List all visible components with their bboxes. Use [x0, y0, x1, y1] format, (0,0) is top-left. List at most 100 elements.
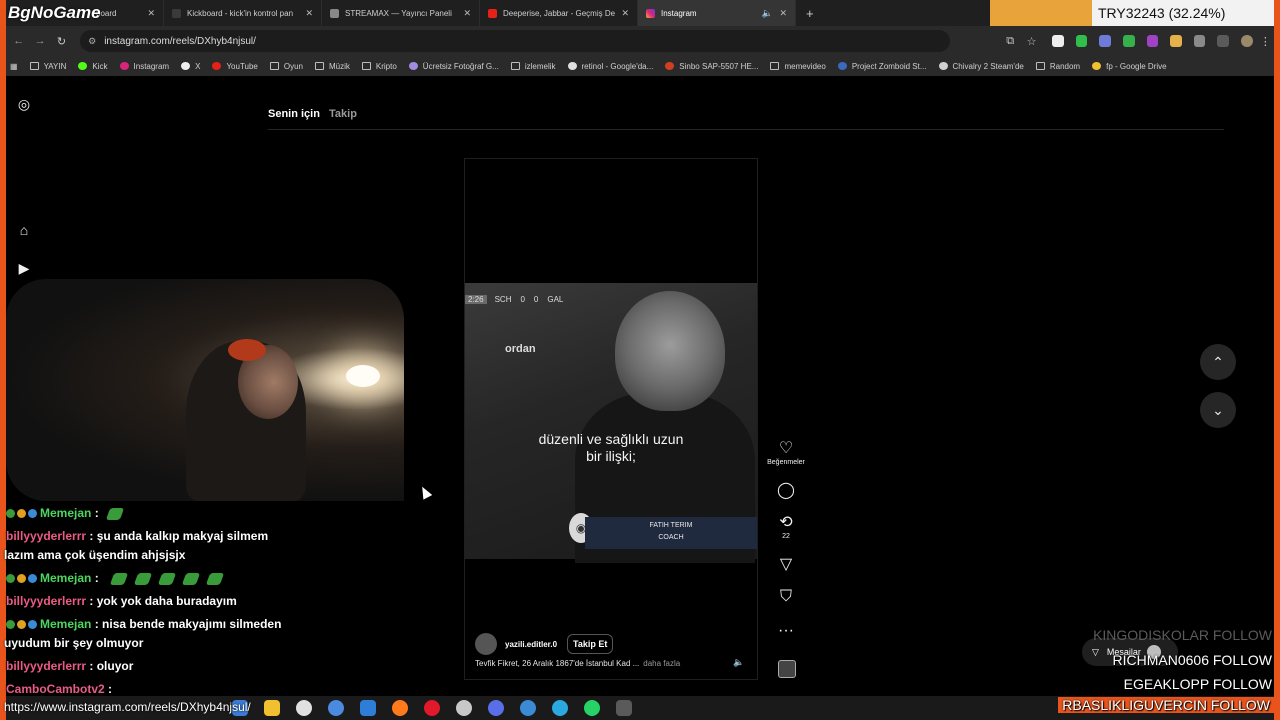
apps-grid-icon[interactable]: ▦ — [10, 62, 18, 71]
site-info-icon[interactable]: ⚙ — [88, 36, 96, 47]
extension-icon[interactable] — [1075, 35, 1088, 47]
send-icon: ▽ — [779, 556, 793, 573]
bookmark-oyun[interactable]: Oyun — [269, 62, 303, 71]
bookmark-icon: ⛉ — [779, 588, 792, 605]
menu-kebab-icon[interactable]: ⋮ — [1257, 35, 1274, 48]
chrome-icon[interactable] — [328, 700, 344, 716]
profile-avatar[interactable] — [1241, 35, 1253, 47]
bookmark-x[interactable]: X — [181, 62, 200, 71]
instagram-logo-icon[interactable]: ◎ — [16, 96, 32, 112]
bookmark-izlemelik[interactable]: izlemelik — [510, 62, 556, 71]
emote-icon — [105, 507, 125, 520]
chat-message: Memejan : — [6, 571, 225, 585]
comment-button[interactable]: ◯ — [764, 480, 808, 500]
bookmark-ucretsiz-foto[interactable]: Ücretsiz Fotoğraf G... — [408, 62, 499, 71]
mail-icon[interactable] — [360, 700, 376, 716]
whatsapp-icon[interactable] — [584, 700, 600, 716]
file-explorer-icon[interactable] — [264, 700, 280, 716]
more-options-button[interactable]: ··· — [764, 622, 808, 640]
folder-icon — [770, 62, 780, 70]
more-link[interactable]: daha fazla — [643, 659, 680, 668]
more-icon: ··· — [778, 622, 794, 639]
repost-icon: ⟲ — [779, 514, 793, 531]
previous-reel-button[interactable]: ⌃ — [1200, 344, 1236, 380]
back-icon[interactable]: ← — [10, 35, 27, 47]
bookmark-project-zomboid[interactable]: Project Zomboid St... — [837, 62, 927, 71]
save-button[interactable]: ⛉ — [764, 588, 808, 606]
chrome-active-icon[interactable] — [616, 700, 632, 716]
telegram-icon[interactable] — [552, 700, 568, 716]
extension-icon[interactable] — [1170, 35, 1182, 47]
folder-icon — [361, 62, 371, 70]
kick-icon — [78, 62, 88, 70]
opera-icon[interactable] — [424, 700, 440, 716]
next-reel-button[interactable]: ⌄ — [1200, 392, 1236, 428]
bookmark-instagram[interactable]: Instagram — [119, 62, 169, 71]
like-button[interactable]: ♡ Beğenmeler — [764, 438, 808, 466]
stream-frame-right — [1274, 0, 1280, 720]
comment-icon: ◯ — [777, 482, 795, 499]
bookmark-fp-drive[interactable]: fp - Google Drive — [1092, 62, 1167, 71]
author-username[interactable]: yazili.editler.0 — [505, 640, 557, 649]
bookmark-chivalry[interactable]: Chivalry 2 Steam'de — [938, 62, 1024, 71]
tab-search-icon[interactable] — [1217, 35, 1230, 47]
app-icon[interactable] — [456, 700, 472, 716]
chat-message: CamboCambotv2 : — [6, 682, 113, 696]
reel-video[interactable]: 2:26 SCH 0 0 GAL ordan düzenli ve sağlık… — [465, 283, 757, 563]
tab-label: Kickboard - kick'in kontrol pan — [187, 8, 294, 18]
tab-instagram[interactable]: Instagram 🔈 ✕ — [638, 0, 796, 26]
audio-thumbnail[interactable] — [778, 660, 796, 678]
bookmark-random[interactable]: Random — [1035, 62, 1080, 71]
home-icon[interactable]: ⌂ — [16, 222, 32, 238]
bookmark-retinol[interactable]: retinol - Google'da... — [567, 62, 653, 71]
new-tab-button[interactable]: + — [806, 6, 814, 21]
bookmark-sinbo[interactable]: Sinbo SAP-5507 HE... — [665, 62, 758, 71]
bookmark-youtube[interactable]: YouTube — [212, 62, 258, 71]
tab-youtube-deeperise[interactable]: Deeperise, Jabbar - Geçmiş De ✕ — [480, 0, 638, 26]
extensions-puzzle-icon[interactable] — [1193, 35, 1206, 47]
extension-icon[interactable] — [1123, 35, 1135, 47]
url-input[interactable]: ⚙ instagram.com/reels/DXhyb4njsul/ — [80, 30, 950, 52]
author-avatar[interactable] — [475, 633, 497, 655]
extension-icon[interactable] — [1146, 35, 1159, 47]
bookmark-yayin[interactable]: YAYIN — [29, 62, 66, 71]
bookmark-star-icon[interactable]: ☆ — [1023, 35, 1040, 48]
tab-for-you[interactable]: Senin için — [268, 108, 320, 120]
follow-alert: RICHMAN0606 FOLLOW — [1112, 652, 1273, 668]
folder-icon — [269, 62, 279, 70]
reels-icon[interactable]: ▶ — [16, 260, 32, 276]
close-icon[interactable]: ✕ — [147, 8, 155, 19]
google-icon — [567, 62, 577, 70]
close-icon[interactable]: ✕ — [779, 8, 787, 19]
install-app-icon[interactable]: ⧉ — [1002, 35, 1019, 48]
chat-badges — [6, 506, 40, 520]
bookmark-memevideo[interactable]: memevideo — [770, 62, 826, 71]
firefox-icon[interactable] — [392, 700, 408, 716]
folder-icon — [510, 62, 520, 70]
mute-tab-icon[interactable]: 🔈 — [762, 8, 773, 19]
extension-icon[interactable] — [1099, 35, 1112, 47]
close-icon[interactable]: ✕ — [463, 8, 471, 19]
discord-icon[interactable] — [488, 700, 504, 716]
reel-caption[interactable]: Tevfik Fikret, 26 Aralık 1867'de İstanbu… — [475, 659, 680, 668]
steam-icon[interactable] — [520, 700, 536, 716]
extension-icon[interactable] — [1052, 35, 1064, 47]
close-icon[interactable]: ✕ — [305, 8, 313, 19]
forward-icon[interactable]: → — [31, 35, 48, 47]
video-subtitle: düzenli ve sağlıklı uzun bir ilişki; — [538, 431, 684, 464]
bookmark-kick[interactable]: Kick — [78, 62, 108, 71]
folder-icon[interactable] — [296, 700, 312, 716]
repost-button[interactable]: ⟲ 22 — [764, 512, 808, 540]
mute-icon[interactable]: 🔈 — [733, 657, 744, 668]
bookmark-kripto[interactable]: Kripto — [361, 62, 397, 71]
close-icon[interactable]: ✕ — [621, 8, 629, 19]
tab-kickboard[interactable]: Kickboard - kick'in kontrol pan ✕ — [164, 0, 322, 26]
reel-player[interactable]: 2:26 SCH 0 0 GAL ordan düzenli ve sağlık… — [464, 158, 758, 680]
tab-streamax[interactable]: STREAMAX — Yayıncı Paneli ✕ — [322, 0, 480, 26]
follow-button[interactable]: Takip Et — [567, 634, 614, 654]
tab-following[interactable]: Takip — [329, 108, 357, 120]
reload-icon[interactable]: ↻ — [53, 35, 70, 48]
video-caption-word: ordan — [505, 343, 536, 355]
share-button[interactable]: ▽ — [764, 554, 808, 574]
bookmark-muzik[interactable]: Müzik — [315, 62, 350, 71]
